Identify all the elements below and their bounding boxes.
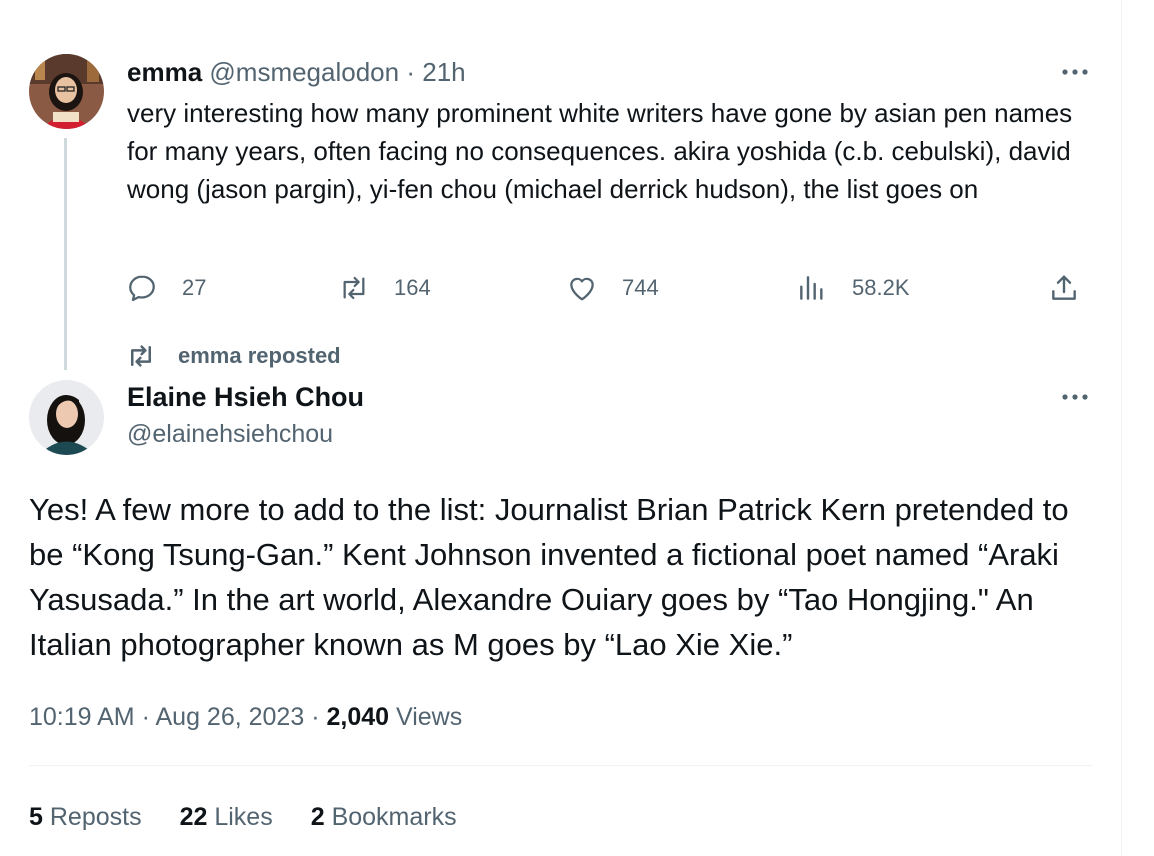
tweet1-text: very interesting how many prominent whit… [127,98,1073,204]
tweet1-time-separator: · [406,57,416,87]
reposts-count: 5 [29,803,43,831]
repost-label: emma reposted [178,343,341,368]
tweet1-header: emma @msmegalodon · 21h [127,56,466,88]
tweet1-reply-button[interactable]: 27 [126,270,206,306]
tweet1-repost-count: 164 [394,275,431,300]
tweet2-meta: 10:19 AM · Aug 26, 2023 · 2,040 Views [29,700,462,734]
tweet2-more-button[interactable] [1055,382,1095,412]
tweet2-author-name[interactable]: Elaine Hsieh Chou [127,380,364,414]
likes-count: 22 [179,803,208,831]
heart-icon [570,277,594,301]
tweet1-share-button[interactable] [1048,270,1080,306]
tweet2-time[interactable]: 10:19 AM [29,703,135,731]
share-icon [1052,275,1076,300]
divider [29,765,1092,766]
more-horizontal-icon [1062,394,1088,400]
tweet1-views-count: 58.2K [852,275,910,300]
repost-indicator[interactable]: emma reposted [126,340,341,372]
likes-stat-link[interactable]: 22 Likes [180,800,273,834]
bookmarks-count: 2 [310,803,325,831]
tweet2-handle[interactable]: @elainehsiehchou [127,418,333,450]
tweet2-date[interactable]: Aug 26, 2023 [156,703,305,731]
reposts-label: Reposts [49,803,142,831]
tweet1-like-count: 744 [622,275,659,300]
tweet2-views-label: Views [396,703,463,731]
bookmarks-stat-link[interactable]: 2 Bookmarks [311,800,457,834]
meta-separator: · [141,703,150,731]
meta-separator: · [311,703,320,731]
tweet1-timestamp[interactable]: 21h [422,57,465,87]
tweet1-more-button[interactable] [1055,57,1095,87]
tweet1-repost-button[interactable]: 164 [338,270,431,306]
tweet1-views-button[interactable]: 58.2K [796,270,910,306]
tweet2-stats: 5 Reposts 22 Likes 2 Bookmarks [29,800,495,834]
likes-label: Likes [214,803,273,831]
avatar-emma[interactable] [29,54,104,129]
views-bar-icon [800,276,823,300]
tweet1-reply-count: 27 [182,275,207,300]
tweet2-text: Yes! A few more to add to the list: Jour… [29,492,1069,662]
more-horizontal-icon [1062,69,1088,75]
tweet1-like-button[interactable]: 744 [566,270,659,306]
repost-icon [131,345,151,367]
reply-icon [129,275,155,302]
avatar-elaine[interactable] [29,380,104,455]
tweet1-handle[interactable]: @msmegalodon [209,57,399,87]
bookmarks-label: Bookmarks [331,803,457,831]
repost-icon [343,276,365,300]
thread-connector-line [64,138,67,370]
tweet2-views-count: 2,040 [326,703,390,731]
reposts-stat-link[interactable]: 5 Reposts [29,800,142,834]
tweet1-author-name[interactable]: emma [127,57,202,87]
column-border [1121,0,1122,856]
